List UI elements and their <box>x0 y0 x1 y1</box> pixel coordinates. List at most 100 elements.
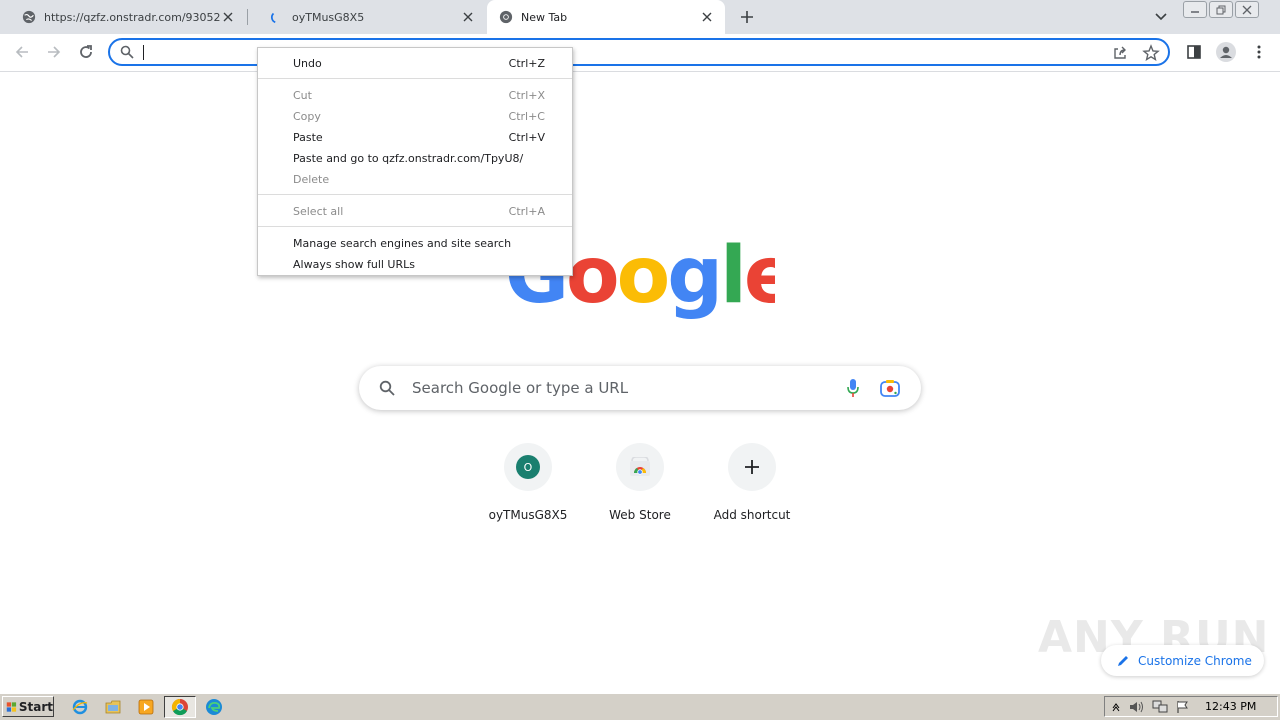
window-controls <box>1183 1 1259 18</box>
close-window-button[interactable] <box>1235 1 1259 18</box>
chevron-up-icon <box>1112 703 1120 712</box>
menu-item-paste-and-go[interactable]: Paste and go to qzfz.onstradr.com/TpyU8/ <box>258 148 572 168</box>
shortcut-label: Web Store <box>609 508 671 522</box>
shortcut-oytmusg8x5[interactable]: O oyTMusG8X5 <box>472 443 584 533</box>
logo-letter-l: l <box>720 236 744 321</box>
menu-item-shortcut: Ctrl+A <box>508 204 545 218</box>
chevron-down-icon <box>1155 13 1167 21</box>
more-vertical-icon <box>1257 45 1261 59</box>
reload-button[interactable] <box>76 42 96 62</box>
menu-item-undo[interactable]: Undo Ctrl+Z <box>258 53 572 73</box>
menu-item-select-all[interactable]: Select all Ctrl+A <box>258 201 572 221</box>
back-button[interactable] <box>12 42 32 62</box>
share-icon[interactable] <box>1112 45 1128 61</box>
menu-item-paste[interactable]: Paste Ctrl+V <box>258 127 572 147</box>
shortcut-web-store[interactable]: Web Store <box>584 443 696 533</box>
shortcut-icon-circle: O <box>504 443 552 491</box>
shortcut-icon-circle <box>616 443 664 491</box>
menu-item-cut[interactable]: Cut Ctrl+X <box>258 85 572 105</box>
menu-button[interactable] <box>1249 42 1269 62</box>
search-placeholder: Search Google or type a URL <box>412 379 629 397</box>
menu-item-copy[interactable]: Copy Ctrl+C <box>258 106 572 126</box>
customize-chrome-label: Customize Chrome <box>1138 653 1252 668</box>
new-tab-button[interactable] <box>737 7 757 27</box>
folder-icon <box>105 700 121 714</box>
globe-icon <box>22 10 36 24</box>
avatar-icon <box>1216 42 1236 62</box>
menu-item-label: Undo <box>293 56 322 70</box>
taskbar-edge[interactable] <box>198 696 230 718</box>
shortcut-icon-circle <box>728 443 776 491</box>
ntp-search-box[interactable]: Search Google or type a URL <box>359 366 921 410</box>
side-panel-button[interactable] <box>1184 42 1204 62</box>
menu-item-label: Paste and go to qzfz.onstradr.com/TpyU8/ <box>293 151 524 165</box>
menu-item-label: Paste <box>293 130 323 144</box>
minimize-button[interactable] <box>1183 1 1207 18</box>
network-icon <box>1152 700 1168 713</box>
menu-item-always-show-full-urls[interactable]: Always show full URLs <box>258 254 572 274</box>
start-button[interactable]: Start <box>2 696 54 717</box>
customize-chrome-button[interactable]: Customize Chrome <box>1101 645 1264 676</box>
taskbar-chrome[interactable] <box>164 696 196 718</box>
tab-new-tab[interactable]: New Tab <box>487 0 725 34</box>
restore-button[interactable] <box>1209 1 1233 18</box>
search-icon <box>379 380 395 396</box>
speaker-icon <box>1130 701 1143 713</box>
chrome-icon <box>171 698 188 716</box>
menu-item-delete[interactable]: Delete <box>258 169 572 189</box>
google-lens-icon[interactable] <box>880 379 900 397</box>
logo-letter-o2: o <box>617 236 668 321</box>
taskbar: Start 12:43 PM <box>0 693 1280 720</box>
close-tab-icon[interactable] <box>220 9 236 25</box>
menu-item-label: Manage search engines and site search <box>293 236 512 250</box>
flag-icon <box>1177 701 1188 713</box>
close-icon <box>1242 5 1252 14</box>
tab-title: oyTMusG8X5 <box>292 10 365 24</box>
plus-icon <box>741 11 753 23</box>
tray-network[interactable] <box>1152 699 1168 715</box>
tab-qzfz[interactable]: https://qzfz.onstradr.com/93052340 <box>0 0 246 34</box>
tray-action-center[interactable] <box>1175 699 1191 715</box>
start-label: Start <box>18 699 53 714</box>
menu-item-label: Cut <box>293 88 312 102</box>
arrow-right-icon <box>48 46 61 58</box>
reload-icon <box>80 45 92 58</box>
shortcut-label: oyTMusG8X5 <box>488 508 568 522</box>
close-tab-icon[interactable] <box>460 9 476 25</box>
forward-button[interactable] <box>44 42 64 62</box>
menu-item-shortcut: Ctrl+V <box>508 130 545 144</box>
windows-flag-icon <box>6 701 17 712</box>
tray-expand-button[interactable] <box>1108 699 1124 715</box>
tab-title: https://qzfz.onstradr.com/93052340 <box>44 10 220 24</box>
pencil-icon <box>1118 655 1128 666</box>
profile-button[interactable] <box>1216 42 1236 62</box>
tab-oytmusg8x5[interactable]: oyTMusG8X5 <box>248 0 486 34</box>
context-menu: Undo Ctrl+Z Cut Ctrl+X Copy Ctrl+C Paste… <box>257 47 573 276</box>
add-shortcut-button[interactable]: Add shortcut <box>696 443 808 533</box>
tab-search-button[interactable] <box>1151 8 1171 26</box>
menu-item-label: Always show full URLs <box>293 257 415 271</box>
microphone-icon[interactable] <box>846 378 860 398</box>
internet-explorer-icon <box>72 699 88 715</box>
arrow-left-icon <box>15 46 28 58</box>
tab-strip: https://qzfz.onstradr.com/93052340 oyTMu… <box>0 0 1280 34</box>
close-tab-icon[interactable] <box>699 9 715 25</box>
menu-item-shortcut: Ctrl+C <box>508 109 545 123</box>
tray-volume[interactable] <box>1129 699 1145 715</box>
shortcut-label: Add shortcut <box>713 508 791 522</box>
menu-item-manage-search-engines[interactable]: Manage search engines and site search <box>258 233 572 253</box>
explorer-launcher[interactable] <box>103 697 123 717</box>
menu-item-shortcut: Ctrl+Z <box>508 56 545 70</box>
internet-explorer-launcher[interactable] <box>70 697 90 717</box>
plus-icon <box>745 460 759 474</box>
toolbar <box>0 34 1280 72</box>
web-store-icon <box>630 457 650 476</box>
bookmark-star-icon[interactable] <box>1142 44 1160 62</box>
media-player-launcher[interactable] <box>136 697 156 717</box>
menu-separator <box>258 226 572 227</box>
media-player-icon <box>138 699 154 715</box>
logo-letter-g2: g <box>667 236 720 321</box>
menu-separator <box>258 78 572 79</box>
menu-item-label: Select all <box>293 204 344 218</box>
menu-item-label: Delete <box>293 172 330 186</box>
